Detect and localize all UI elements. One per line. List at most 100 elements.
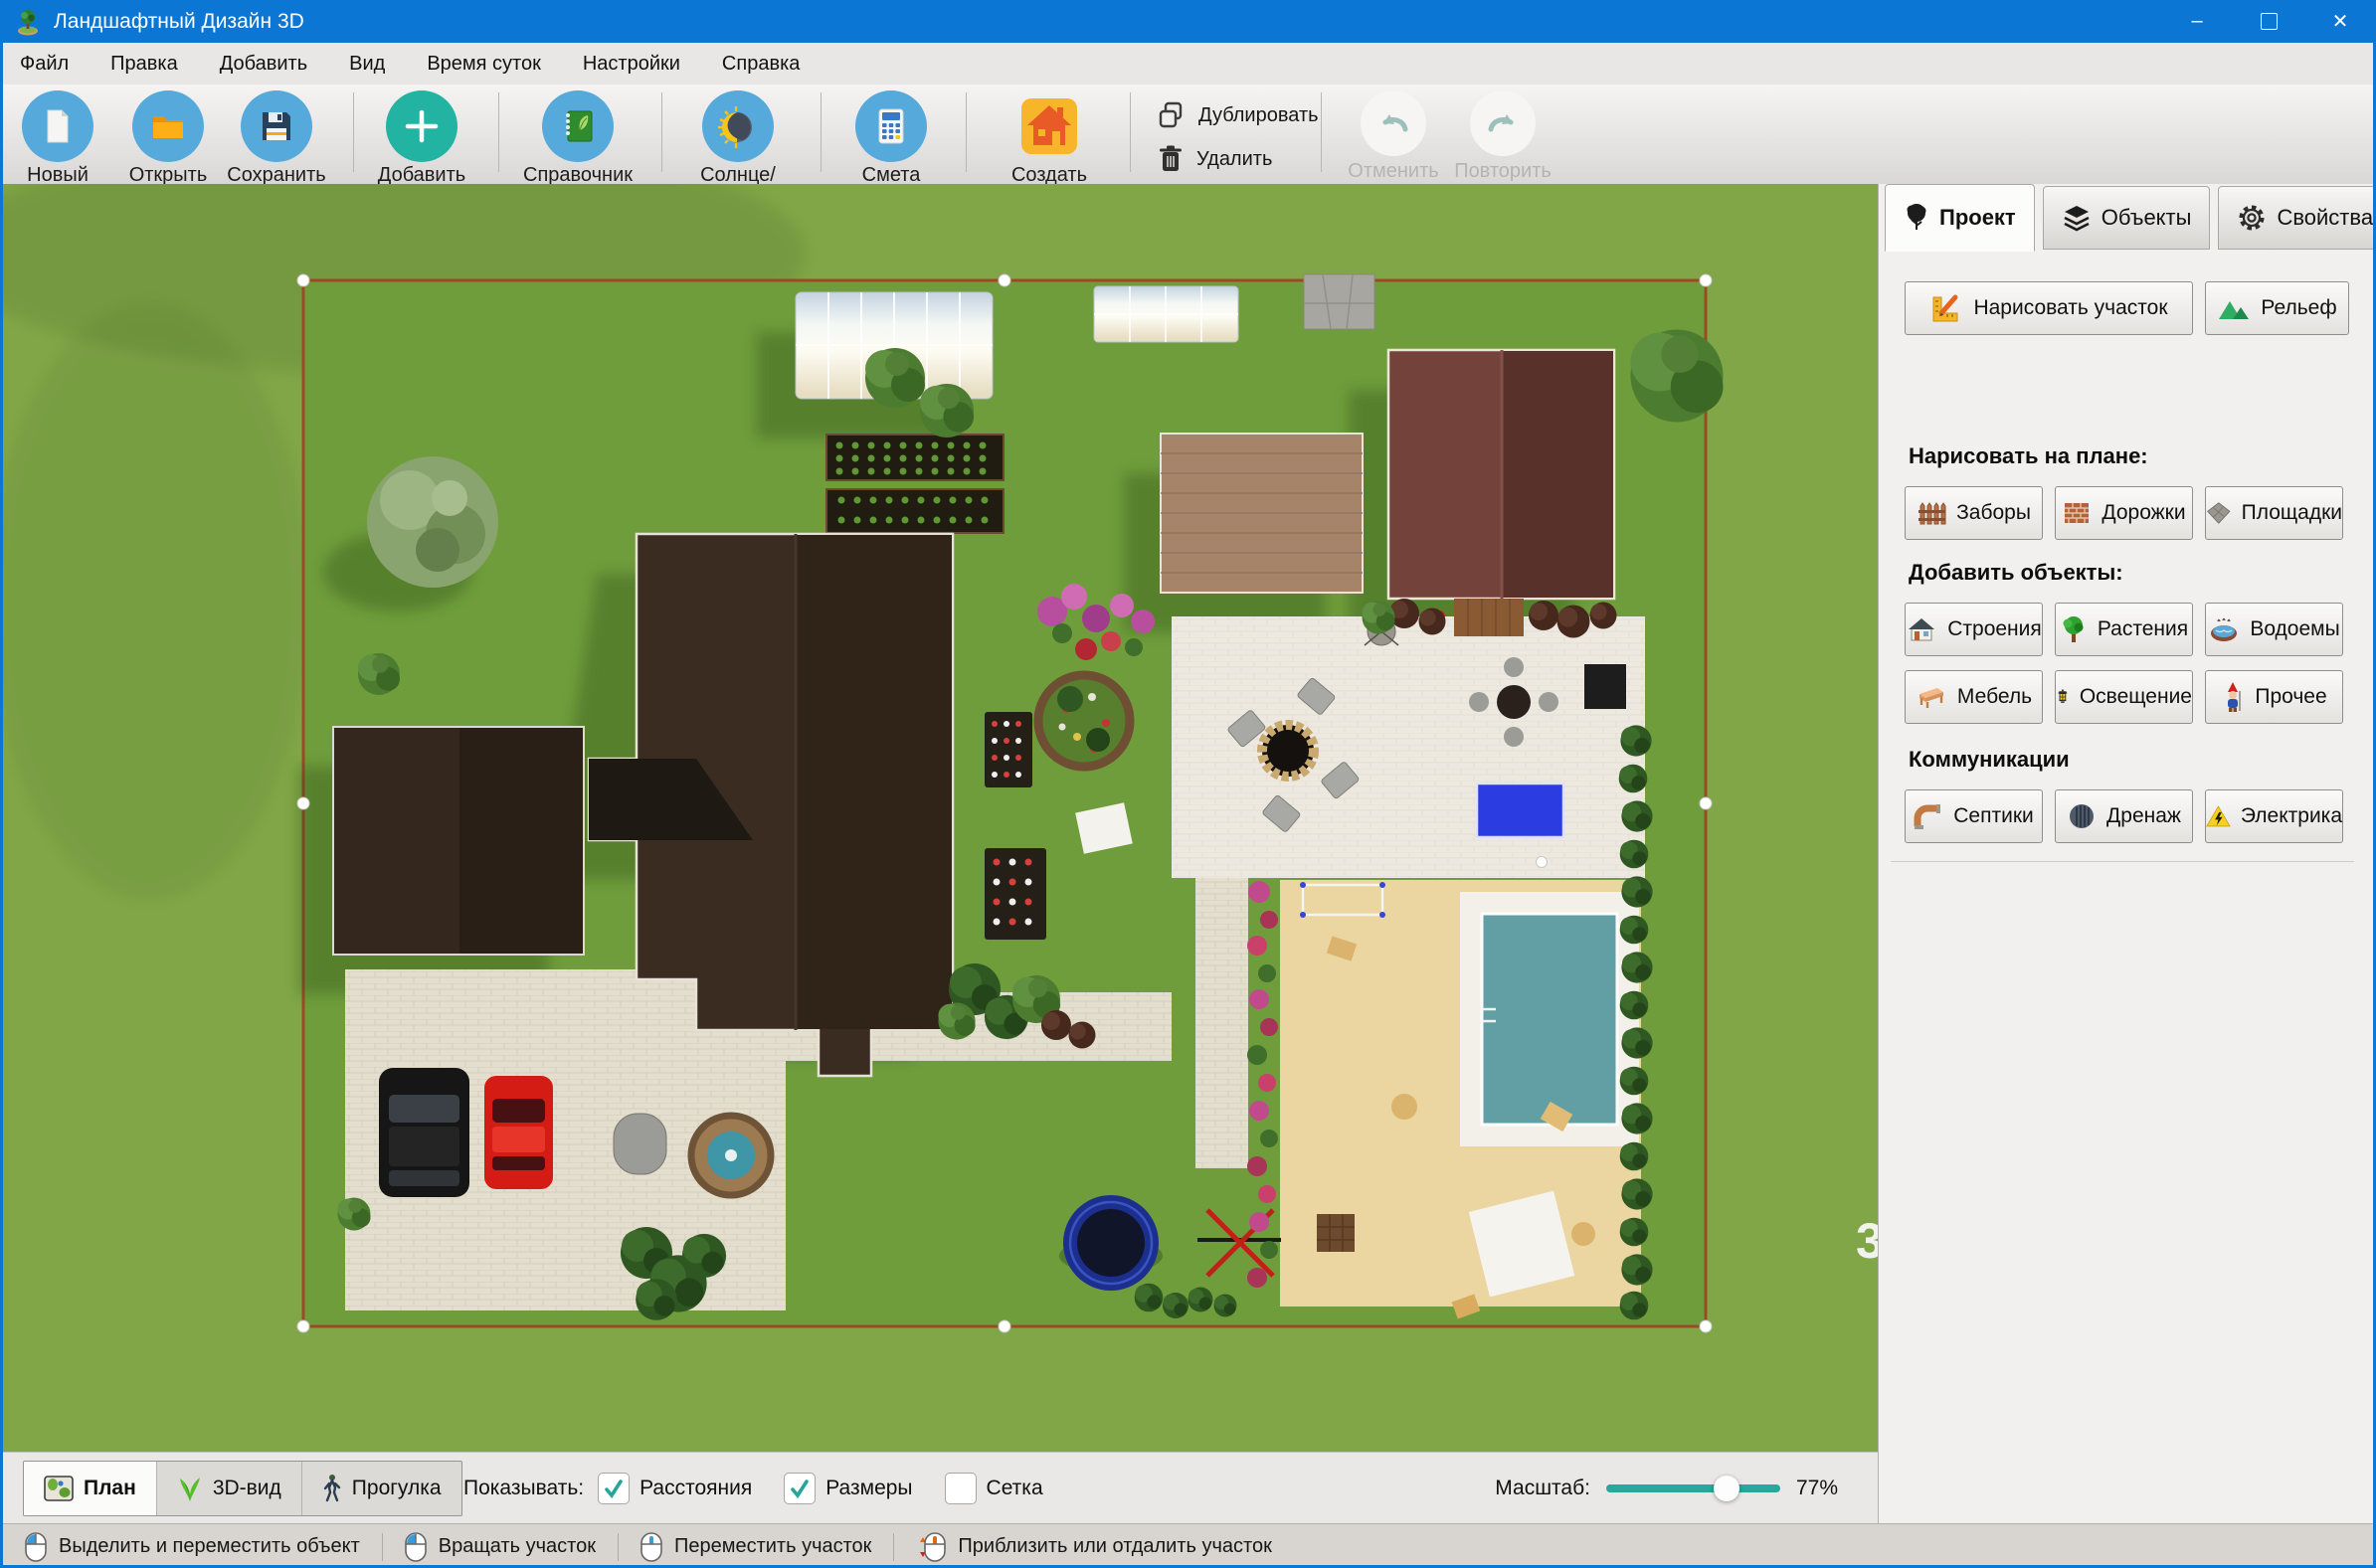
tab-properties[interactable]: Свойства	[2218, 186, 2376, 250]
hint-move-plot: Переместить участок	[640, 1532, 871, 1562]
redo-icon	[1483, 103, 1523, 143]
add-button[interactable]: Добавить	[366, 90, 477, 187]
mouse-middle-click-icon	[640, 1532, 662, 1562]
stone-pad[interactable]	[1304, 274, 1374, 329]
flower-bed-round[interactable]	[1038, 675, 1130, 767]
septic-button[interactable]: Септики	[1905, 789, 2043, 843]
bricks-icon	[2062, 498, 2092, 528]
app-logo-icon	[14, 8, 42, 36]
checkbox-grid[interactable]: Сетка	[945, 1473, 1043, 1504]
buildings-button[interactable]: Строения	[1905, 603, 2043, 656]
duplicate-button[interactable]: Дублировать	[1157, 96, 1319, 134]
estimate-button[interactable]: Смета	[835, 90, 947, 187]
drainage-button[interactable]: Дренаж	[2055, 789, 2193, 843]
new-button[interactable]: Новый	[2, 90, 113, 187]
garden-path[interactable]	[1195, 877, 1248, 1168]
outbuilding-tan[interactable]	[1161, 434, 1363, 593]
building-icon	[1906, 615, 1937, 643]
check-icon	[789, 1478, 811, 1499]
mouse-left-click-icon	[405, 1532, 427, 1562]
window-title: Ландшафтный Дизайн 3D	[54, 10, 304, 34]
maximize-button[interactable]	[2233, 0, 2304, 43]
toolbar: Новый Открыть Сохранить Добавить	[3, 85, 2373, 185]
scale-slider[interactable]	[1606, 1484, 1780, 1492]
project-tree-icon	[1904, 203, 1929, 233]
view-tab-3d[interactable]: 3D-вид	[157, 1462, 302, 1515]
bottom-bar: План 3D-вид Прогулка Показывать: Ра	[0, 1452, 1878, 1524]
app-window: Ландшафтный Дизайн 3D – ✕ Файл Правка До…	[0, 0, 2376, 1568]
hint-zoom-plot: Приблизить или отдалить участок	[916, 1532, 1271, 1562]
planter-oval[interactable]	[614, 1114, 666, 1174]
hint-rotate-plot: Вращать участок	[405, 1532, 596, 1562]
open-folder-icon	[146, 104, 190, 148]
scale-slider-thumb[interactable]	[1714, 1476, 1739, 1501]
add-objects-heading: Добавить объекты:	[1909, 560, 2123, 586]
menu-bar: Файл Правка Добавить Вид Время суток Нас…	[3, 43, 2373, 86]
plants-button[interactable]: Растения	[2055, 603, 2193, 656]
calculator-icon	[869, 104, 913, 148]
ruler-pencil-icon	[1929, 291, 1963, 325]
plant-book-icon	[556, 104, 600, 148]
maximize-icon	[2261, 13, 2278, 30]
reference-button[interactable]: Справочник	[522, 90, 634, 187]
communications-heading: Коммуникации	[1909, 747, 2070, 773]
tab-project[interactable]: Проект	[1885, 184, 2035, 252]
undo-icon	[1373, 103, 1413, 143]
menu-settings[interactable]: Настройки	[562, 53, 701, 76]
plan-canvas[interactable]: 3 T	[0, 184, 1878, 1452]
checkbox-distances[interactable]: Расстояния	[598, 1473, 752, 1504]
car-black[interactable]	[379, 1068, 469, 1197]
outbuilding-red[interactable]	[1388, 350, 1614, 599]
view-tab-plan[interactable]: План	[24, 1462, 157, 1515]
fire-pit[interactable]	[1262, 725, 1314, 777]
fence-icon	[1917, 498, 1946, 528]
paths-button[interactable]: Дорожки	[2055, 486, 2193, 540]
tab-objects[interactable]: Объекты	[2043, 186, 2211, 250]
garage[interactable]	[333, 727, 584, 955]
lantern-icon	[2056, 682, 2070, 712]
table-tennis[interactable]	[1477, 784, 1563, 837]
patio[interactable]	[1172, 616, 1645, 878]
furniture-button[interactable]: Мебель	[1905, 670, 2043, 724]
menu-edit[interactable]: Правка	[90, 53, 199, 76]
menu-file[interactable]: Файл	[3, 53, 90, 76]
ponds-button[interactable]: Водоемы	[2205, 603, 2343, 656]
fences-button[interactable]: Заборы	[1905, 486, 2043, 540]
wood-deck[interactable]	[1454, 599, 1524, 636]
electrics-button[interactable]: Электрика	[2205, 789, 2343, 843]
undo-button: Отменить	[1334, 90, 1453, 183]
other-button[interactable]: Прочее	[2205, 670, 2343, 724]
grill-mat[interactable]	[1584, 664, 1626, 709]
menu-daytime[interactable]: Время суток	[406, 53, 562, 76]
grass-3d-icon	[177, 1475, 203, 1502]
scale-value: 77%	[1796, 1477, 1838, 1500]
greenhouse-small[interactable]	[1094, 286, 1238, 342]
electric-warning-icon	[2206, 802, 2231, 830]
platforms-button[interactable]: Площадки	[2205, 486, 2343, 540]
fountain[interactable]	[691, 1116, 771, 1195]
tree-large-sage[interactable]	[367, 456, 498, 588]
drain-grate-icon	[2067, 801, 2097, 831]
check-icon	[603, 1478, 625, 1499]
walk-person-icon	[322, 1474, 342, 1503]
draw-plot-button[interactable]: Нарисовать участок	[1905, 281, 2193, 335]
checkbox-sizes[interactable]: Размеры	[784, 1473, 912, 1504]
create-house-icon	[1016, 93, 1082, 159]
gear-icon	[2237, 203, 2267, 233]
close-button[interactable]: ✕	[2304, 0, 2376, 43]
minimize-button[interactable]: –	[2161, 0, 2233, 43]
view-tab-walk[interactable]: Прогулка	[302, 1462, 461, 1515]
gnome-icon	[2221, 681, 2245, 713]
open-button[interactable]: Открыть	[112, 90, 224, 187]
save-button[interactable]: Сохранить	[221, 90, 332, 187]
menu-help[interactable]: Справка	[701, 53, 821, 76]
car-red[interactable]	[484, 1076, 553, 1189]
relief-button[interactable]: Рельеф	[2205, 281, 2349, 335]
hint-select-move: Выделить и переместить объект	[25, 1532, 360, 1562]
lighting-button[interactable]: Освещение	[2055, 670, 2193, 724]
delete-button[interactable]: Удалить	[1157, 140, 1319, 178]
menu-view[interactable]: Вид	[328, 53, 406, 76]
project-panel: Нарисовать участок Рельеф Нарисовать на …	[1879, 250, 2374, 1523]
menu-add[interactable]: Добавить	[199, 53, 328, 76]
redo-button: Повторить	[1443, 90, 1562, 183]
